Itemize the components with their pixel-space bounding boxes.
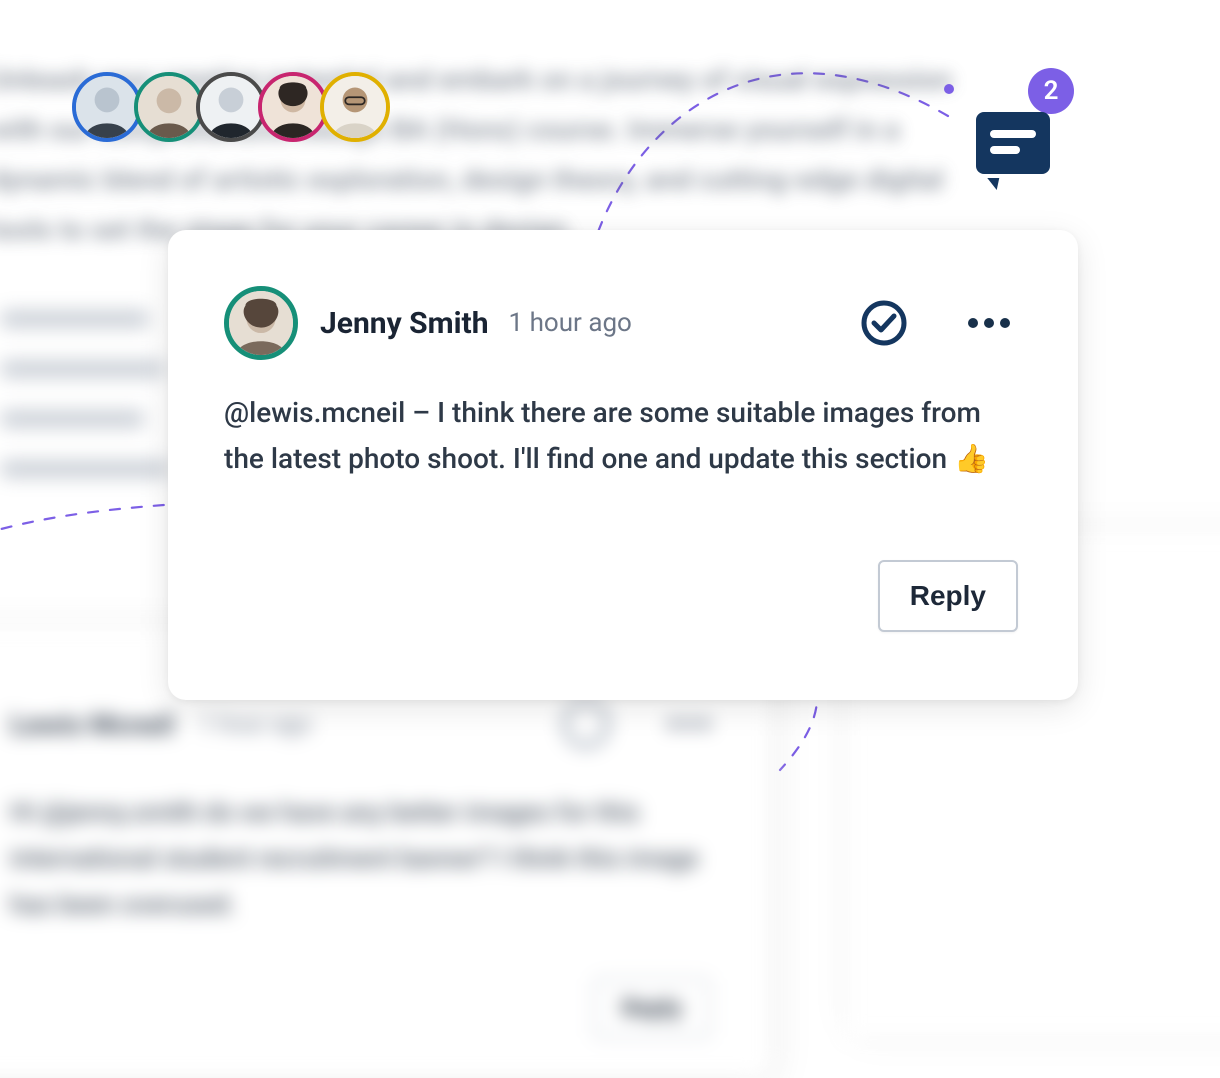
- mention[interactable]: @lewis.mcneil: [224, 396, 405, 429]
- unread-count-badge: 2: [1028, 68, 1074, 114]
- author-name: Jenny Smith: [320, 306, 489, 341]
- comment-body: Hi @jenny.smith do we have any better im…: [10, 790, 710, 928]
- comment-bubble-icon: [976, 112, 1050, 174]
- comment-timestamp: 1 hour ago: [198, 710, 312, 738]
- avatar[interactable]: [72, 72, 142, 142]
- dot-icon: [1000, 318, 1010, 328]
- anchor-dot-icon: [944, 84, 954, 94]
- dot-icon: [968, 318, 978, 328]
- dot-icon: [984, 318, 994, 328]
- comment-card: Jenny Smith 1 hour ago @lewis.mcneil – I…: [168, 230, 1078, 700]
- comment-body: @lewis.mcneil – I think there are some s…: [224, 390, 1018, 482]
- avatar[interactable]: [134, 72, 204, 142]
- avatar[interactable]: [196, 72, 266, 142]
- more-options-button: [668, 719, 710, 729]
- collaborator-avatar-stack: [72, 72, 382, 142]
- comment-thread-indicator[interactable]: 2: [976, 112, 1050, 174]
- author-name: Lewis Mcneil: [10, 708, 174, 741]
- reply-button: Reply: [594, 978, 710, 1038]
- avatar[interactable]: [320, 72, 390, 142]
- author-avatar[interactable]: [224, 286, 298, 360]
- checkmark-circle-icon: [562, 700, 610, 748]
- comment-timestamp: 1 hour ago: [509, 308, 632, 338]
- thumbs-up-emoji: 👍: [954, 442, 989, 475]
- comment-header: Jenny Smith 1 hour ago: [224, 286, 1018, 360]
- reply-button[interactable]: Reply: [878, 560, 1018, 632]
- checkmark-circle-icon: [860, 299, 908, 347]
- background-blurred-list: [0, 310, 180, 510]
- resolve-button[interactable]: [860, 299, 908, 347]
- avatar[interactable]: [258, 72, 328, 142]
- more-options-button[interactable]: [960, 310, 1018, 336]
